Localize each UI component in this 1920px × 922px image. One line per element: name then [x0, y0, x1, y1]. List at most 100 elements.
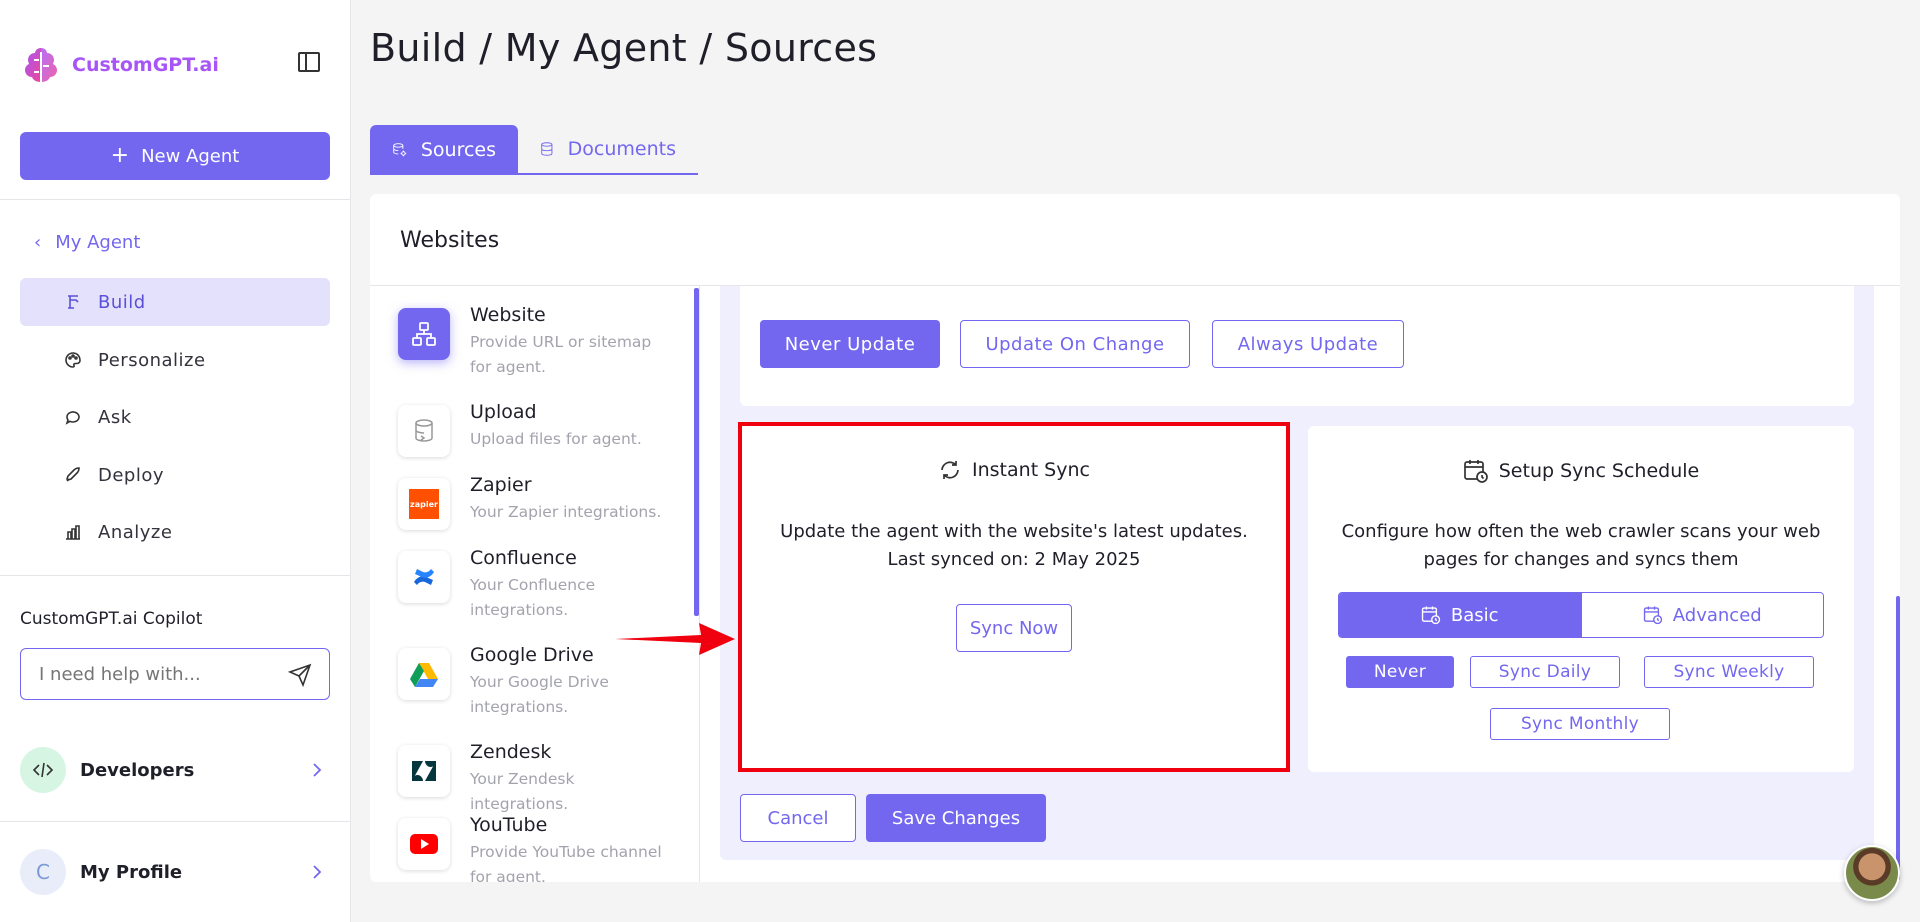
sidebar-item-analyze[interactable]: Analyze [20, 508, 330, 556]
save-changes-button[interactable]: Save Changes [866, 794, 1046, 842]
sitemap-icon [398, 308, 450, 360]
source-desc: Your Zapier integrations. [470, 503, 662, 521]
cancel-button[interactable]: Cancel [740, 794, 856, 842]
source-desc: Provide YouTube channel for agent. [470, 843, 662, 882]
send-icon[interactable] [287, 663, 313, 687]
source-name: Zendesk [470, 741, 552, 763]
sidebar-item-label: Analyze [98, 521, 173, 543]
source-name: Confluence [470, 547, 577, 569]
sidebar-toggle-icon [298, 52, 320, 72]
brand-name: CustomGPT.ai [72, 54, 219, 76]
source-name: Zapier [470, 474, 532, 496]
copilot-input-box [20, 648, 330, 700]
source-desc: Provide URL or sitemap for agent. [470, 333, 652, 376]
sync-daily-button[interactable]: Sync Daily [1470, 656, 1620, 688]
sidebar-item-label: Deploy [98, 464, 165, 486]
back-to-agent-link[interactable]: ‹ My Agent [34, 232, 140, 253]
sync-now-button[interactable]: Sync Now [956, 604, 1072, 652]
confluence-logo-icon [398, 551, 450, 603]
brain-logo-icon [25, 48, 57, 82]
developers-link[interactable]: Developers [20, 746, 330, 794]
back-label: My Agent [55, 232, 141, 253]
sidebar-divider [0, 575, 351, 576]
website-settings-content: Never Update Update On Change Always Upd… [720, 286, 1874, 860]
content-scrollbar[interactable] [1896, 596, 1900, 880]
copilot-input[interactable] [39, 661, 279, 687]
youtube-logo-icon [398, 818, 450, 870]
instant-sync-header: Instant Sync [742, 458, 1286, 482]
chevron-left-icon: ‹ [34, 232, 42, 253]
google-drive-logo-icon [398, 648, 450, 700]
tab-label: Sources [420, 139, 496, 161]
database-upload-icon [398, 405, 450, 457]
code-icon [20, 747, 66, 793]
zendesk-logo-icon [398, 745, 450, 797]
panel-header: Websites [370, 194, 1900, 286]
tab-sources[interactable]: Sources [370, 125, 518, 175]
developers-label: Developers [80, 759, 195, 781]
zapier-logo-text: zapier [409, 489, 439, 519]
database-icon [541, 142, 553, 156]
sidebar-item-deploy[interactable]: Deploy [20, 451, 330, 499]
chat-icon [65, 411, 80, 425]
sync-monthly-button[interactable]: Sync Monthly [1490, 708, 1670, 740]
support-chat-avatar[interactable] [1844, 845, 1900, 901]
mode-label: Advanced [1672, 604, 1762, 626]
database-settings-icon [393, 143, 407, 157]
source-item-website[interactable]: Website Provide URL or sitemap for agent… [398, 304, 688, 376]
source-item-confluence[interactable]: Confluence Your Confluence integrations. [398, 547, 688, 619]
always-update-button[interactable]: Always Update [1212, 320, 1404, 368]
sync-schedule-title: Setup Sync Schedule [1498, 460, 1700, 482]
instant-sync-title: Instant Sync [972, 459, 1090, 481]
sync-never-button[interactable]: Never [1346, 656, 1454, 688]
update-policy-card: Never Update Update On Change Always Upd… [740, 286, 1854, 406]
sidebar-toggle-button[interactable] [296, 50, 322, 76]
never-update-button[interactable]: Never Update [760, 320, 940, 368]
sidebar-item-build[interactable]: Build [20, 278, 330, 326]
basic-mode-button[interactable]: Basic [1339, 593, 1581, 637]
avatar: C [20, 849, 66, 895]
profile-label: My Profile [80, 861, 183, 883]
source-item-zapier[interactable]: zapier Zapier Your Zapier integrations. [398, 474, 688, 544]
list-divider [699, 286, 700, 882]
source-list: Website Provide URL or sitemap for agent… [370, 286, 700, 882]
refresh-icon [941, 461, 959, 479]
sidebar-divider [0, 821, 351, 822]
panel-title: Websites [400, 228, 500, 253]
source-item-upload[interactable]: Upload Upload files for agent. [398, 401, 688, 471]
new-agent-button[interactable]: + New Agent [20, 132, 330, 180]
new-agent-label: New Agent [141, 145, 240, 167]
schedule-mode-toggle: Basic Advanced [1338, 592, 1824, 638]
zapier-logo-icon: zapier [398, 478, 450, 530]
sync-weekly-button[interactable]: Sync Weekly [1644, 656, 1814, 688]
bar-chart-icon [66, 525, 80, 540]
tab-documents[interactable]: Documents [518, 125, 698, 175]
sidebar-item-label: Build [98, 291, 146, 313]
instant-sync-card: Instant Sync Update the agent with the w… [738, 422, 1290, 772]
sidebar-item-ask[interactable]: Ask [20, 393, 330, 441]
sidebar-item-personalize[interactable]: Personalize [20, 336, 330, 384]
source-name: Google Drive [470, 644, 594, 666]
sync-schedule-text: Configure how often the web crawler scan… [1341, 521, 1821, 570]
my-profile-link[interactable]: C My Profile [20, 848, 330, 896]
update-on-change-button[interactable]: Update On Change [960, 320, 1190, 368]
source-desc: Your Zendesk integrations. [470, 770, 575, 813]
source-item-zendesk[interactable]: Zendesk Your Zendesk integrations. [398, 741, 688, 813]
rocket-icon [66, 467, 80, 482]
plus-icon: + [110, 143, 130, 168]
sidebar: CustomGPT.ai + New Agent ‹ My Agent Buil… [0, 0, 351, 922]
brand-logo[interactable]: CustomGPT.ai [20, 44, 219, 86]
build-icon [68, 295, 79, 309]
sidebar-item-label: Personalize [98, 349, 206, 371]
mode-label: Basic [1450, 604, 1499, 626]
advanced-mode-button[interactable]: Advanced [1580, 593, 1823, 637]
copilot-title: CustomGPT.ai Copilot [20, 609, 203, 629]
tab-label: Documents [567, 138, 676, 160]
chevron-right-icon [313, 763, 322, 777]
source-list-scrollbar[interactable] [694, 288, 699, 616]
source-item-youtube[interactable]: YouTube Provide YouTube channel for agen… [398, 814, 688, 882]
source-name: Website [470, 304, 546, 326]
source-name: Upload [470, 401, 537, 423]
red-arrow-annotation [615, 623, 735, 655]
calendar-clock-icon [1421, 606, 1441, 625]
